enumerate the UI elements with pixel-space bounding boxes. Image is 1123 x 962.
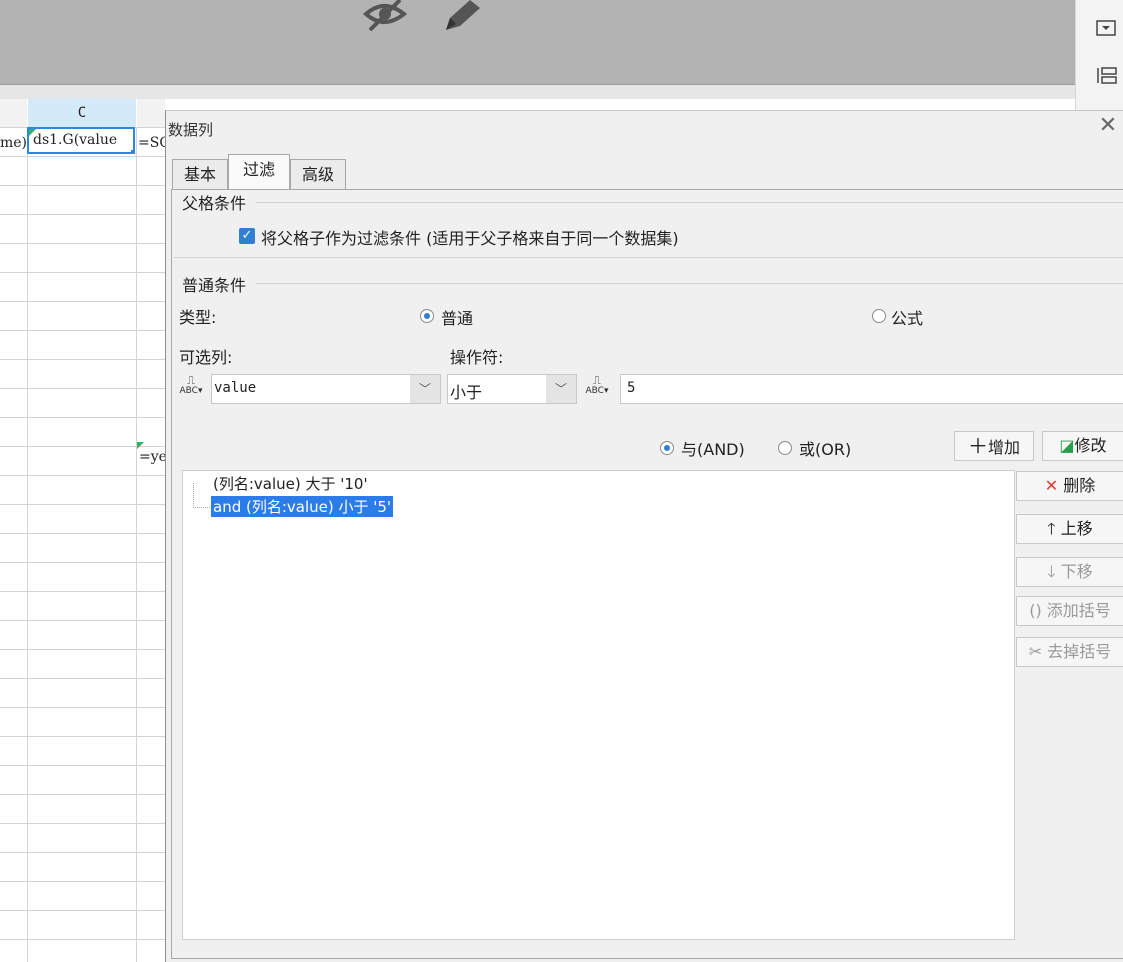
- chevron-down-icon[interactable]: ﹀: [546, 375, 576, 403]
- row-divider: [0, 301, 165, 302]
- normal-condition-title: 普通条件: [182, 272, 250, 296]
- row-divider: [0, 185, 165, 186]
- modify-condition-button[interactable]: ◪修改: [1042, 431, 1123, 461]
- operator-label: 操作符:: [450, 348, 504, 367]
- row-divider: [0, 649, 165, 650]
- pencil-icon[interactable]: [440, 0, 484, 34]
- logic-and-label[interactable]: 与(AND): [681, 436, 745, 460]
- parent-filter-label[interactable]: 将父格子作为过滤条件 (适用于父子格来自于同一个数据集): [261, 225, 679, 249]
- tab-filter[interactable]: 过滤: [228, 154, 290, 190]
- row-divider: [0, 591, 165, 592]
- group-divider: [174, 257, 1123, 258]
- selected-cell-c1[interactable]: ds1.G(value: [27, 127, 135, 154]
- dialog-title: 数据列: [168, 121, 214, 139]
- arrow-up-icon: 🡑: [1047, 519, 1056, 538]
- column-type-abc-icon[interactable]: ⎍ ABC▾: [179, 375, 203, 400]
- row-divider: [0, 852, 165, 853]
- column-select-value: value: [214, 380, 257, 396]
- column-divider: [27, 127, 28, 962]
- logic-and-radio[interactable]: [660, 441, 674, 455]
- row-divider: [0, 620, 165, 621]
- move-up-button[interactable]: 🡑 上移: [1016, 514, 1123, 544]
- row-divider: [0, 823, 165, 824]
- type-normal-radio[interactable]: [420, 309, 434, 323]
- row-divider: [0, 910, 165, 911]
- type-normal-label[interactable]: 普通: [441, 305, 473, 329]
- type-label: 类型:: [179, 308, 217, 327]
- condition-list[interactable]: (列名:value) 大于 '10' and (列名:value) 小于 '5': [182, 470, 1015, 940]
- row-divider: [0, 504, 165, 505]
- row-divider: [0, 881, 165, 882]
- row-divider: [0, 214, 165, 215]
- condition-item-selected[interactable]: and (列名:value) 小于 '5': [211, 496, 394, 517]
- condition-value-input[interactable]: 5: [620, 374, 1123, 404]
- group-divider: [256, 202, 1123, 203]
- row-divider: [0, 388, 165, 389]
- cell-d1[interactable]: =SQ: [138, 135, 165, 151]
- delete-button[interactable]: ✕ 删除: [1016, 471, 1123, 501]
- column-divider: [136, 127, 137, 962]
- chevron-down-icon[interactable]: ﹀: [410, 375, 440, 403]
- edit-icon: ◪: [1059, 436, 1075, 455]
- move-down-button[interactable]: 🡓 下移: [1016, 557, 1123, 587]
- top-toolbar: [0, 0, 1123, 85]
- arrow-down-icon: 🡓: [1047, 562, 1056, 581]
- delete-x-icon: ✕: [1044, 476, 1059, 495]
- logic-or-radio[interactable]: [778, 441, 792, 455]
- cell-marker-icon: [29, 129, 36, 136]
- row-divider: [0, 533, 165, 534]
- tree-connector: [193, 483, 210, 508]
- row-divider: [0, 475, 165, 476]
- add-bracket-button[interactable]: () 添加括号: [1016, 596, 1123, 626]
- row-divider: [0, 272, 165, 273]
- add-bracket-icon: (): [1029, 601, 1042, 620]
- condition-item[interactable]: (列名:value) 大于 '10': [213, 473, 368, 494]
- value-type-abc-icon[interactable]: ⎍ ABC▾: [585, 375, 609, 400]
- remove-bracket-button[interactable]: ✂ 去掉括号: [1016, 637, 1123, 667]
- row-divider: [0, 707, 165, 708]
- dropdown-box-icon[interactable]: [1096, 20, 1116, 38]
- row-divider: [0, 156, 165, 157]
- cell-marker-icon: [137, 442, 144, 449]
- column-header-d[interactable]: [137, 99, 165, 128]
- row-divider: [0, 736, 165, 737]
- layout-icon[interactable]: [1096, 66, 1118, 84]
- tab-advanced[interactable]: 高级: [290, 159, 346, 189]
- column-header-c[interactable]: C: [28, 99, 136, 128]
- eye-slash-icon[interactable]: [362, 0, 412, 34]
- row-divider: [0, 794, 165, 795]
- operator-select[interactable]: 小于 ﹀: [447, 374, 577, 404]
- cell-b1[interactable]: me): [0, 135, 27, 151]
- spreadsheet-grid[interactable]: C me) ds1.G(value =SQ =ye: [0, 99, 165, 962]
- column-header-band: [0, 85, 1075, 99]
- logic-or-label[interactable]: 或(OR): [799, 436, 851, 460]
- row-divider: [0, 678, 165, 679]
- tab-basic[interactable]: 基本: [172, 159, 228, 189]
- right-side-strip: [1075, 0, 1123, 110]
- plus-icon: ＋: [967, 434, 988, 458]
- type-formula-label[interactable]: 公式: [891, 305, 923, 329]
- group-divider: [256, 283, 1123, 284]
- row-divider: [0, 330, 165, 331]
- row-divider: [0, 939, 165, 940]
- row-divider: [0, 765, 165, 766]
- type-formula-radio[interactable]: [872, 309, 886, 323]
- column-header-b[interactable]: [0, 99, 27, 128]
- row-divider: [0, 562, 165, 563]
- cell-d13[interactable]: =ye: [139, 449, 165, 465]
- row-divider: [0, 359, 165, 360]
- operator-select-value: 小于: [450, 383, 483, 402]
- close-icon[interactable]: ✕: [1095, 113, 1121, 139]
- column-label: 可选列:: [179, 348, 233, 367]
- add-condition-button[interactable]: ＋增加: [954, 431, 1034, 461]
- parent-filter-checkbox[interactable]: ✓: [239, 228, 255, 244]
- row-divider: [0, 243, 165, 244]
- condition-value-text: 5: [627, 380, 636, 396]
- column-select[interactable]: value ﹀: [211, 374, 441, 404]
- remove-bracket-icon: ✂: [1028, 642, 1043, 661]
- row-divider: [0, 417, 165, 418]
- parent-condition-title: 父格条件: [182, 190, 250, 214]
